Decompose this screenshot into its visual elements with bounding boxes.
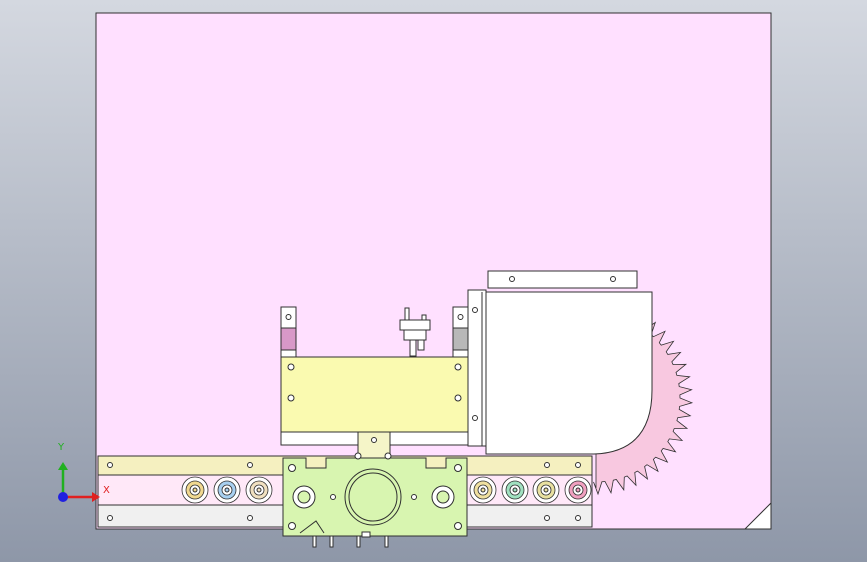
carriage-hole-left-inner: [297, 490, 311, 504]
hopper-body: [485, 291, 653, 455]
screw-icon: [454, 363, 462, 371]
screw-icon: [457, 314, 464, 320]
screw-icon: [288, 464, 296, 472]
screw-icon: [575, 462, 581, 468]
screw-icon: [454, 394, 462, 402]
screw-icon: [544, 462, 550, 468]
screw-icon: [354, 452, 362, 460]
screw-icon: [288, 522, 296, 530]
screw-icon: [287, 394, 295, 402]
screw-icon: [610, 276, 616, 282]
screw-icon: [330, 494, 336, 500]
screw-icon: [509, 276, 515, 282]
screw-icon: [287, 363, 295, 371]
screw-icon: [411, 494, 417, 500]
screw-icon: [107, 462, 113, 468]
screw-icon: [454, 464, 462, 472]
screw-icon: [544, 515, 550, 521]
screw-icon: [285, 314, 292, 320]
screw-icon: [384, 452, 392, 460]
carriage-bore-inner: [348, 472, 398, 522]
roller: [532, 476, 560, 504]
screw-icon: [247, 515, 253, 521]
hopper-side-plate: [467, 289, 487, 447]
cad-viewport[interactable]: X Y: [0, 0, 867, 562]
screw-icon: [454, 522, 462, 530]
y-axis-label: Y: [58, 442, 65, 453]
x-axis-label: X: [103, 485, 110, 496]
screw-icon: [371, 437, 377, 443]
right-bracket-pad: [452, 327, 469, 351]
roller: [213, 476, 241, 504]
drawing-sheet: [95, 12, 772, 530]
roller: [501, 476, 529, 504]
screw-icon: [575, 515, 581, 521]
left-bracket-pad: [280, 327, 297, 351]
carriage-hole-right-inner: [436, 490, 450, 504]
roller: [564, 476, 592, 504]
roller: [181, 476, 209, 504]
screw-icon: [472, 415, 478, 421]
screw-icon: [247, 462, 253, 468]
roller: [245, 476, 273, 504]
screw-icon: [472, 307, 478, 313]
screw-icon: [107, 515, 113, 521]
cad-drawing-canvas[interactable]: [0, 0, 867, 562]
roller: [469, 476, 497, 504]
clamp-block: [280, 356, 469, 433]
